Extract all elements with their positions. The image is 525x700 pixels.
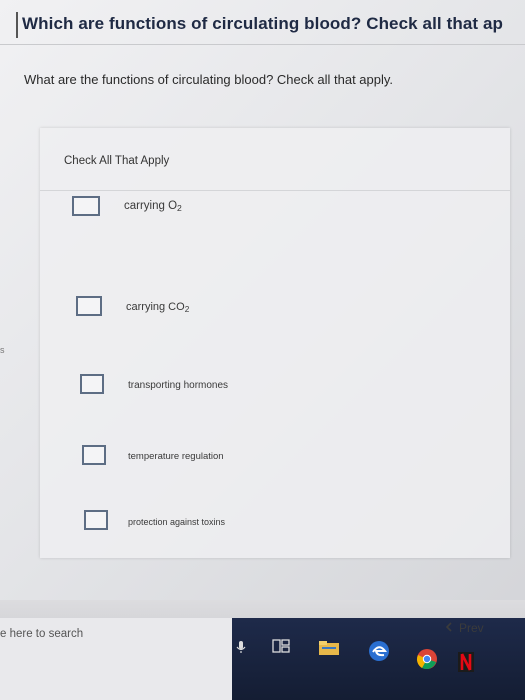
chrome-icon[interactable] <box>416 648 438 675</box>
option-label: carrying CO2 <box>126 301 190 315</box>
card-header: Check All That Apply <box>64 155 170 167</box>
edge-icon[interactable] <box>368 640 390 667</box>
screen-photo: Which are functions of circulating blood… <box>0 0 525 700</box>
option-temperature-regulation[interactable]: temperature regulation <box>82 445 282 475</box>
edge-mark: s <box>0 345 5 355</box>
header-divider <box>0 44 525 45</box>
chevron-left-icon <box>445 621 453 635</box>
option-label: temperature regulation <box>128 451 224 462</box>
prev-label: Prev <box>459 621 484 635</box>
option-transporting-hormones[interactable]: transporting hormones <box>80 374 280 404</box>
checkbox[interactable] <box>72 196 100 216</box>
option-carrying-o2[interactable]: carrying O2 <box>72 196 272 226</box>
check-all-card <box>40 128 510 558</box>
checkbox[interactable] <box>76 296 102 316</box>
task-view-icon[interactable] <box>272 638 290 659</box>
page-title: Which are functions of circulating blood… <box>22 14 503 33</box>
prev-button[interactable]: Prev <box>445 614 515 642</box>
checkbox[interactable] <box>82 445 106 465</box>
option-protection-against-toxins[interactable]: protection against toxins <box>84 510 284 540</box>
option-carrying-co2[interactable]: carrying CO2 <box>76 296 276 326</box>
text-cursor <box>16 12 18 38</box>
checkbox[interactable] <box>84 510 108 530</box>
checkbox[interactable] <box>80 374 104 394</box>
question-text: What are the functions of circulating bl… <box>24 72 394 87</box>
option-label: transporting hormones <box>128 380 229 391</box>
option-label: carrying O2 <box>124 200 182 214</box>
search-input[interactable]: e here to search <box>0 628 83 640</box>
card-header-divider <box>40 190 510 191</box>
option-label: protection against toxins <box>128 517 226 527</box>
microphone-icon[interactable] <box>236 640 246 659</box>
file-explorer-icon[interactable] <box>318 640 340 661</box>
netflix-icon[interactable] <box>458 652 474 677</box>
